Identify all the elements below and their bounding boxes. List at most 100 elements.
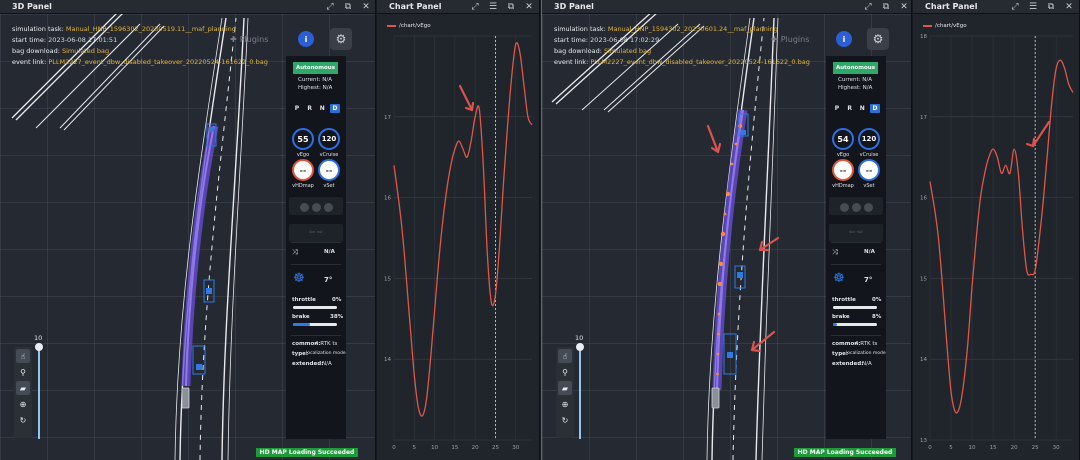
zoom-level: 10 — [34, 334, 43, 342]
close-icon[interactable]: ✕ — [898, 0, 910, 14]
database-icon[interactable]: ☰ — [487, 0, 499, 14]
task-label: simulation task: — [12, 25, 64, 33]
expand-icon[interactable]: ⤢ — [469, 0, 481, 14]
gear-selector: P R N D — [292, 104, 340, 113]
puzzle-icon: ✚ — [771, 34, 778, 44]
hand-icon[interactable]: ☝ — [16, 349, 30, 363]
x-tick-label: 5 — [413, 445, 417, 451]
lane-change-value: N/A — [864, 249, 875, 255]
expand-icon[interactable]: ⤢ — [1009, 0, 1021, 14]
close-icon[interactable]: ✕ — [523, 0, 535, 14]
type-value: localization mode — [306, 351, 346, 356]
gear-r: R — [307, 105, 312, 112]
rotate-icon[interactable]: ↻ — [16, 413, 30, 427]
x-tick-label: 25 — [1032, 445, 1039, 451]
x-tick-label: 25 — [492, 445, 499, 451]
vego-chart[interactable]: 14 15 16 17 0 5 10 15 20 25 30 — [377, 14, 540, 460]
rotate-icon[interactable]: ↻ — [558, 413, 572, 427]
throttle-bar — [833, 306, 877, 309]
screenshot-icon[interactable]: ⧉ — [505, 0, 517, 14]
vset-gauge: -- — [858, 159, 880, 181]
vhdmap-gauge: -- — [832, 159, 854, 181]
zoom-slider[interactable] — [576, 343, 584, 439]
series-line-vego — [929, 59, 1074, 414]
globe-icon[interactable]: ⊕ — [16, 397, 30, 411]
throttle-value: 0% — [332, 297, 342, 303]
panel-title: 3D Panel — [12, 2, 52, 11]
info-button[interactable]: i — [836, 31, 852, 47]
panel-title: 3D Panel — [554, 2, 594, 11]
brake-value: 8% — [872, 314, 882, 320]
common-value: 4.RTK ts — [315, 341, 338, 347]
vcruise-gauge: 120 — [318, 128, 340, 150]
event-link[interactable]: PLLM2227_event_dbw_disabled_takeover_202… — [590, 58, 810, 66]
pin-icon[interactable]: ⚲ — [16, 365, 30, 379]
brake-fill — [293, 323, 310, 326]
screenshot-icon[interactable]: ⧉ — [1045, 0, 1057, 14]
bag-download-link[interactable]: Simulated bag — [62, 47, 109, 55]
info-button[interactable]: i — [298, 31, 314, 47]
bag-download-label: bag download: — [12, 47, 60, 55]
ruler-icon[interactable]: ▰ — [16, 381, 30, 395]
close-icon[interactable]: ✕ — [360, 0, 372, 14]
3d-panel-right: 3D Panel ⤢ ⧉ ✕ simulation task: Manual_H… — [541, 0, 912, 460]
panel-title: Chart Panel — [925, 2, 978, 11]
plugins-button[interactable]: ✚ Plugins — [771, 32, 817, 46]
x-tick-label: 10 — [969, 445, 976, 451]
steering-wheel-icon: ☸ — [833, 271, 845, 286]
brake-fill — [833, 323, 837, 326]
ruler-icon[interactable]: ▰ — [558, 381, 572, 395]
start-time-value: 2023-06-08 17:01:51 — [48, 36, 118, 44]
y-tick-label: 18 — [920, 34, 927, 40]
y-tick-label: 17 — [384, 115, 391, 121]
app-root: 3D Panel ⤢ ⧉ ✕ simulation task: Manual_H… — [0, 0, 1080, 460]
steering-angle: 7° — [864, 276, 873, 284]
start-time-value: 2023-06-08 17:02:29 — [590, 36, 660, 44]
expand-icon[interactable]: ⤢ — [324, 0, 336, 14]
screenshot-icon[interactable]: ⧉ — [880, 0, 892, 14]
panel-header: 3D Panel ⤢ ⧉ ✕ — [542, 0, 911, 14]
chart-legend: /chart/vEgo — [923, 23, 967, 29]
globe-icon[interactable]: ⊕ — [558, 397, 572, 411]
extended-value: N/A — [322, 361, 332, 367]
legend-label: /chart/vEgo — [399, 23, 431, 29]
throttle-label: throttle — [292, 297, 316, 303]
event-link[interactable]: PLLM2227_event_dbw_disabled_takeover_202… — [48, 58, 268, 66]
steering-wheel-icon: ☸ — [293, 271, 305, 286]
task-value[interactable]: Manual_HNP_1596302_20230519.11__maf_plan… — [66, 25, 236, 33]
vego-label: vEgo — [836, 152, 850, 158]
screenshot-icon[interactable]: ⧉ — [342, 0, 354, 14]
signal-lights — [292, 199, 340, 215]
type-value: localization mode — [846, 351, 886, 356]
throttle-value: 0% — [872, 297, 882, 303]
vehicle-dashboard: Autonomous Current: N/A Highest: N/A P R… — [286, 56, 346, 439]
autonomous-badge: Autonomous — [293, 62, 338, 74]
bag-download-label: bag download: — [554, 47, 602, 55]
annotation-arrow — [1025, 120, 1051, 148]
puzzle-icon: ✚ — [230, 34, 237, 44]
steering-angle: 7° — [324, 276, 333, 284]
gear-d: D — [869, 104, 880, 113]
signal-lights — [832, 199, 880, 215]
gear-n: N — [319, 105, 325, 112]
close-icon[interactable]: ✕ — [1063, 0, 1075, 14]
lane-change-icon: ⤨ — [292, 248, 298, 256]
pin-icon[interactable]: ⚲ — [558, 365, 572, 379]
plugins-label: Plugins — [780, 34, 810, 44]
task-value[interactable]: Manual_HNP_1594302_20230601.24__maf_plan… — [608, 25, 778, 33]
plugins-button[interactable]: ✚ Plugins — [230, 32, 276, 46]
zoom-slider[interactable] — [35, 343, 43, 439]
event-link-label: event link: — [554, 58, 589, 66]
tool-palette: ☝ ⚲ ▰ ⊕ ↻ — [14, 347, 32, 438]
gear-icon[interactable]: ⚙ — [330, 28, 352, 50]
bag-download-link[interactable]: Simulated bag — [604, 47, 651, 55]
vego-chart[interactable]: 13 14 15 16 17 18 0 5 10 15 20 25 30 — [913, 14, 1080, 460]
gear-icon[interactable]: ⚙ — [867, 28, 889, 50]
y-tick-label: 14 — [920, 357, 927, 363]
gear-selector: P R N D — [832, 104, 880, 113]
database-icon[interactable]: ☰ — [1027, 0, 1039, 14]
x-tick-label: 20 — [472, 445, 479, 451]
y-tick-label: 14 — [384, 357, 391, 363]
expand-icon[interactable]: ⤢ — [862, 0, 874, 14]
hand-icon[interactable]: ☝ — [558, 349, 572, 363]
